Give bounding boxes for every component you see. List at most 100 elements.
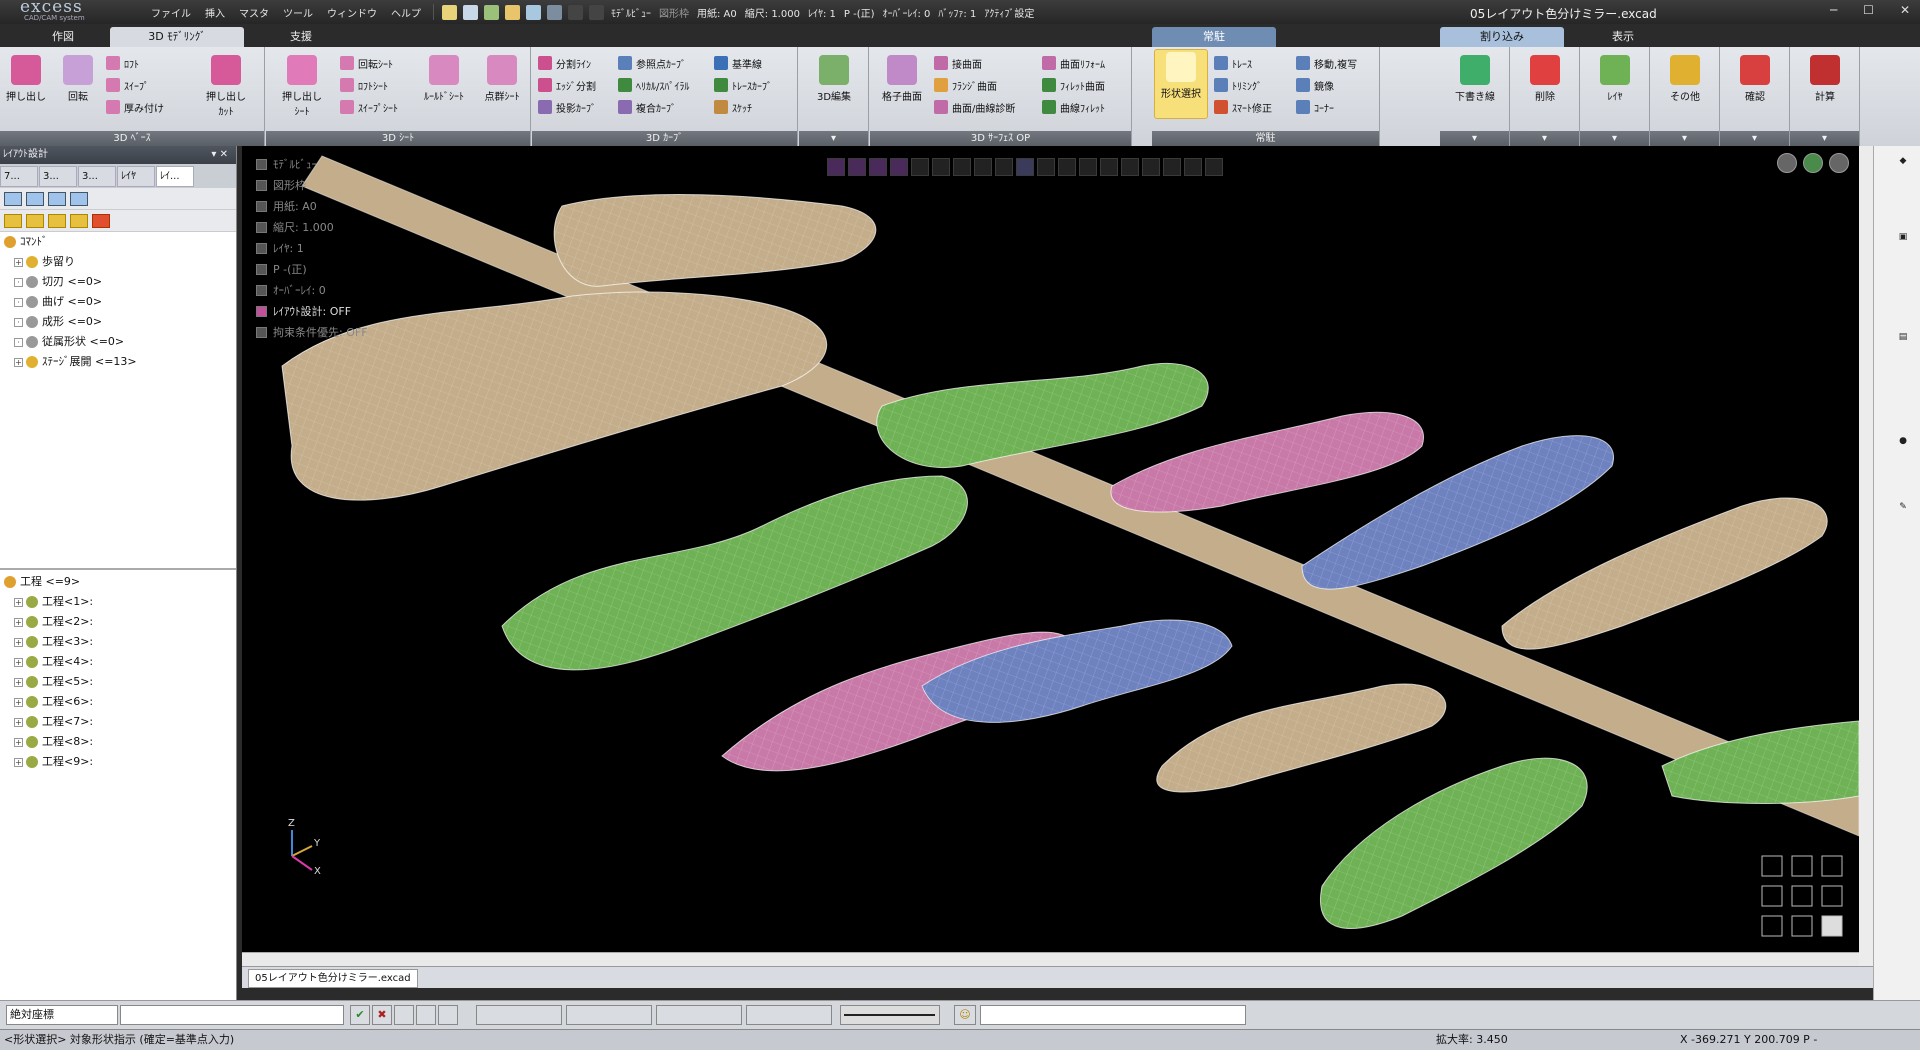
tab-3d-modeling[interactable]: 3D ﾓﾃﾞﾘﾝｸﾞ: [110, 27, 244, 47]
projection-curve-button[interactable]: 投影ｶｰﾌﾞ: [538, 97, 596, 117]
ruled-sheet-button[interactable]: ﾙｰﾙﾄﾞｼｰﾄ: [416, 53, 472, 117]
line-style-select[interactable]: [840, 1005, 940, 1025]
trimming-button[interactable]: ﾄﾘﾐﾝｸﾞ: [1214, 75, 1262, 95]
view-tool-icon[interactable]: [1058, 158, 1076, 176]
view-tool-icon[interactable]: [953, 158, 971, 176]
group-dropdown[interactable]: ▾: [1790, 131, 1859, 146]
thicken-button[interactable]: 厚み付け: [106, 97, 164, 117]
smart-edit-button[interactable]: ｽﾏｰﾄ修正: [1214, 97, 1272, 117]
trace-button[interactable]: ﾄﾚｰｽ: [1214, 53, 1252, 73]
curve-fillet-button[interactable]: 曲線ﾌｨﾚｯﾄ: [1042, 97, 1105, 117]
panel-pin-icon[interactable]: ▾ ✕: [211, 146, 236, 164]
view-tool-icon[interactable]: [1205, 158, 1223, 176]
ok-icon[interactable]: ✔: [350, 1005, 370, 1025]
view-tool-icon[interactable]: [1100, 158, 1118, 176]
undo-icon[interactable]: [568, 4, 583, 20]
view-mode-icon[interactable]: [48, 191, 66, 206]
viewport-minimize-icon[interactable]: [1777, 153, 1797, 173]
extrude-sheet-button[interactable]: 押し出し ｼｰﾄ: [274, 53, 330, 118]
view-mode-icon[interactable]: [26, 191, 44, 206]
loft-sheet-button[interactable]: ﾛﾌﾄｼｰﾄ: [340, 75, 388, 95]
menu-window[interactable]: ウィンドウ: [320, 5, 384, 20]
view-tool-icon[interactable]: [890, 158, 908, 176]
dock-hole-icon[interactable]: ●: [1886, 436, 1908, 446]
menu-master[interactable]: マスタ: [232, 5, 276, 20]
panel-tab-layer[interactable]: ﾚｲﾔ: [117, 166, 155, 187]
pen-button[interactable]: P -(正): [844, 5, 875, 20]
menu-help[interactable]: ヘルプ: [384, 5, 428, 20]
edge-split-button[interactable]: ｴｯｼﾞ分割: [538, 75, 596, 95]
panel-tab-layout[interactable]: ﾚｲ...: [156, 166, 194, 187]
horizontal-scrollbar[interactable]: [242, 952, 1859, 966]
buffer-button[interactable]: ﾊﾞｯﾌｧ: 1: [938, 5, 976, 20]
settings-tool-icon[interactable]: [92, 213, 110, 228]
tree-item[interactable]: + 工程<1>:: [4, 592, 236, 612]
carrier-strip[interactable]: [301, 155, 1859, 837]
tree-item[interactable]: + 工程<8>:: [4, 732, 236, 752]
view-cube-buttons[interactable]: [1761, 855, 1843, 937]
dock-group-icon[interactable]: ▣: [1886, 232, 1908, 242]
mirror-button[interactable]: 鏡像: [1296, 75, 1334, 95]
tree-item[interactable]: + 工程<7>:: [4, 712, 236, 732]
tab-resident[interactable]: 常駐: [1152, 27, 1276, 47]
view-tool-icon[interactable]: [1121, 158, 1139, 176]
view-tool-icon[interactable]: [848, 158, 866, 176]
redo-icon[interactable]: [589, 4, 604, 20]
tree-item[interactable]: · 成形 <=0>: [4, 312, 236, 332]
param-field-1[interactable]: [476, 1005, 562, 1025]
param-field-3[interactable]: [656, 1005, 742, 1025]
command-input[interactable]: [120, 1005, 344, 1025]
s-tool-icon[interactable]: [48, 213, 66, 228]
p-tool-icon[interactable]: [26, 213, 44, 228]
grid-surface-button[interactable]: 格子曲面: [874, 53, 930, 117]
panel-tab-2[interactable]: 3...: [39, 166, 77, 187]
minimize-icon[interactable]: ─: [1830, 3, 1837, 17]
surface-diagnosis-button[interactable]: 曲面/曲線診断: [934, 97, 1015, 117]
calc-button[interactable]: 計算: [1801, 53, 1849, 117]
smiley-icon[interactable]: ☺: [954, 1005, 976, 1025]
cancel-icon[interactable]: ✖: [372, 1005, 392, 1025]
tree-item[interactable]: 工程 <=9>: [4, 572, 236, 592]
check-button[interactable]: 確認: [1731, 53, 1779, 117]
loft-button[interactable]: ﾛﾌﾄ: [106, 53, 139, 73]
panel-tab-1[interactable]: 7...: [0, 166, 38, 187]
layer-button[interactable]: ﾚｲﾔ: 1: [808, 5, 836, 20]
vertical-scrollbar[interactable]: [1859, 146, 1873, 966]
group-dropdown[interactable]: ▾: [1440, 131, 1509, 146]
sweep-sheet-button[interactable]: ｽｲｰﾌﾟｼｰﾄ: [340, 97, 398, 117]
tangent-surface-button[interactable]: 接曲面: [934, 53, 982, 73]
scale-button[interactable]: 縮尺: 1.000: [745, 5, 800, 20]
view-tool-icon[interactable]: [1016, 158, 1034, 176]
print-icon[interactable]: [547, 4, 562, 20]
surface-reform-button[interactable]: 曲面ﾘﾌｫｰﾑ: [1042, 53, 1105, 73]
tree-item[interactable]: + 歩留り: [4, 252, 236, 272]
open-file-icon[interactable]: [463, 4, 478, 20]
view-tool-icon[interactable]: [869, 158, 887, 176]
view-tool-icon[interactable]: [911, 158, 929, 176]
view-tool-icon[interactable]: [1163, 158, 1181, 176]
dock-thumbnail-icon[interactable]: ▤: [1886, 332, 1908, 342]
recent-file-icon[interactable]: [484, 4, 499, 20]
figure-frame-button[interactable]: 図形枠: [659, 5, 689, 20]
tree-item[interactable]: + 工程<9>:: [4, 752, 236, 772]
sweep-button[interactable]: ｽｲｰﾌﾟ: [106, 75, 149, 95]
tab-support[interactable]: 支援: [246, 27, 356, 47]
tree-item[interactable]: + 工程<2>:: [4, 612, 236, 632]
tree-item[interactable]: + 工程<5>:: [4, 672, 236, 692]
tree-item[interactable]: ｺﾏﾝﾄﾞ: [4, 232, 236, 252]
param-field-4[interactable]: [746, 1005, 832, 1025]
model-view-button[interactable]: ﾓﾃﾞﾙﾋﾞｭｰ: [611, 5, 651, 20]
y-tool-icon[interactable]: [4, 213, 22, 228]
dock-object-icon[interactable]: ◆: [1886, 156, 1908, 166]
extrude-cut-button[interactable]: 押し出し ｶｯﾄ: [196, 53, 256, 118]
folder-icon[interactable]: [505, 4, 520, 20]
overlay-button[interactable]: ｵｰﾊﾞｰﾚｲ: 0: [883, 5, 931, 20]
view-tool-icon[interactable]: [932, 158, 950, 176]
input-tool-icon[interactable]: [438, 1005, 458, 1025]
save-icon[interactable]: [526, 4, 541, 20]
composite-curve-button[interactable]: 複合ｶｰﾌﾞ: [618, 97, 676, 117]
view-tool-icon[interactable]: [1142, 158, 1160, 176]
tab-draw[interactable]: 作図: [18, 27, 108, 47]
group-dropdown[interactable]: ▾: [1510, 131, 1579, 146]
tree-item[interactable]: · 曲げ <=0>: [4, 292, 236, 312]
